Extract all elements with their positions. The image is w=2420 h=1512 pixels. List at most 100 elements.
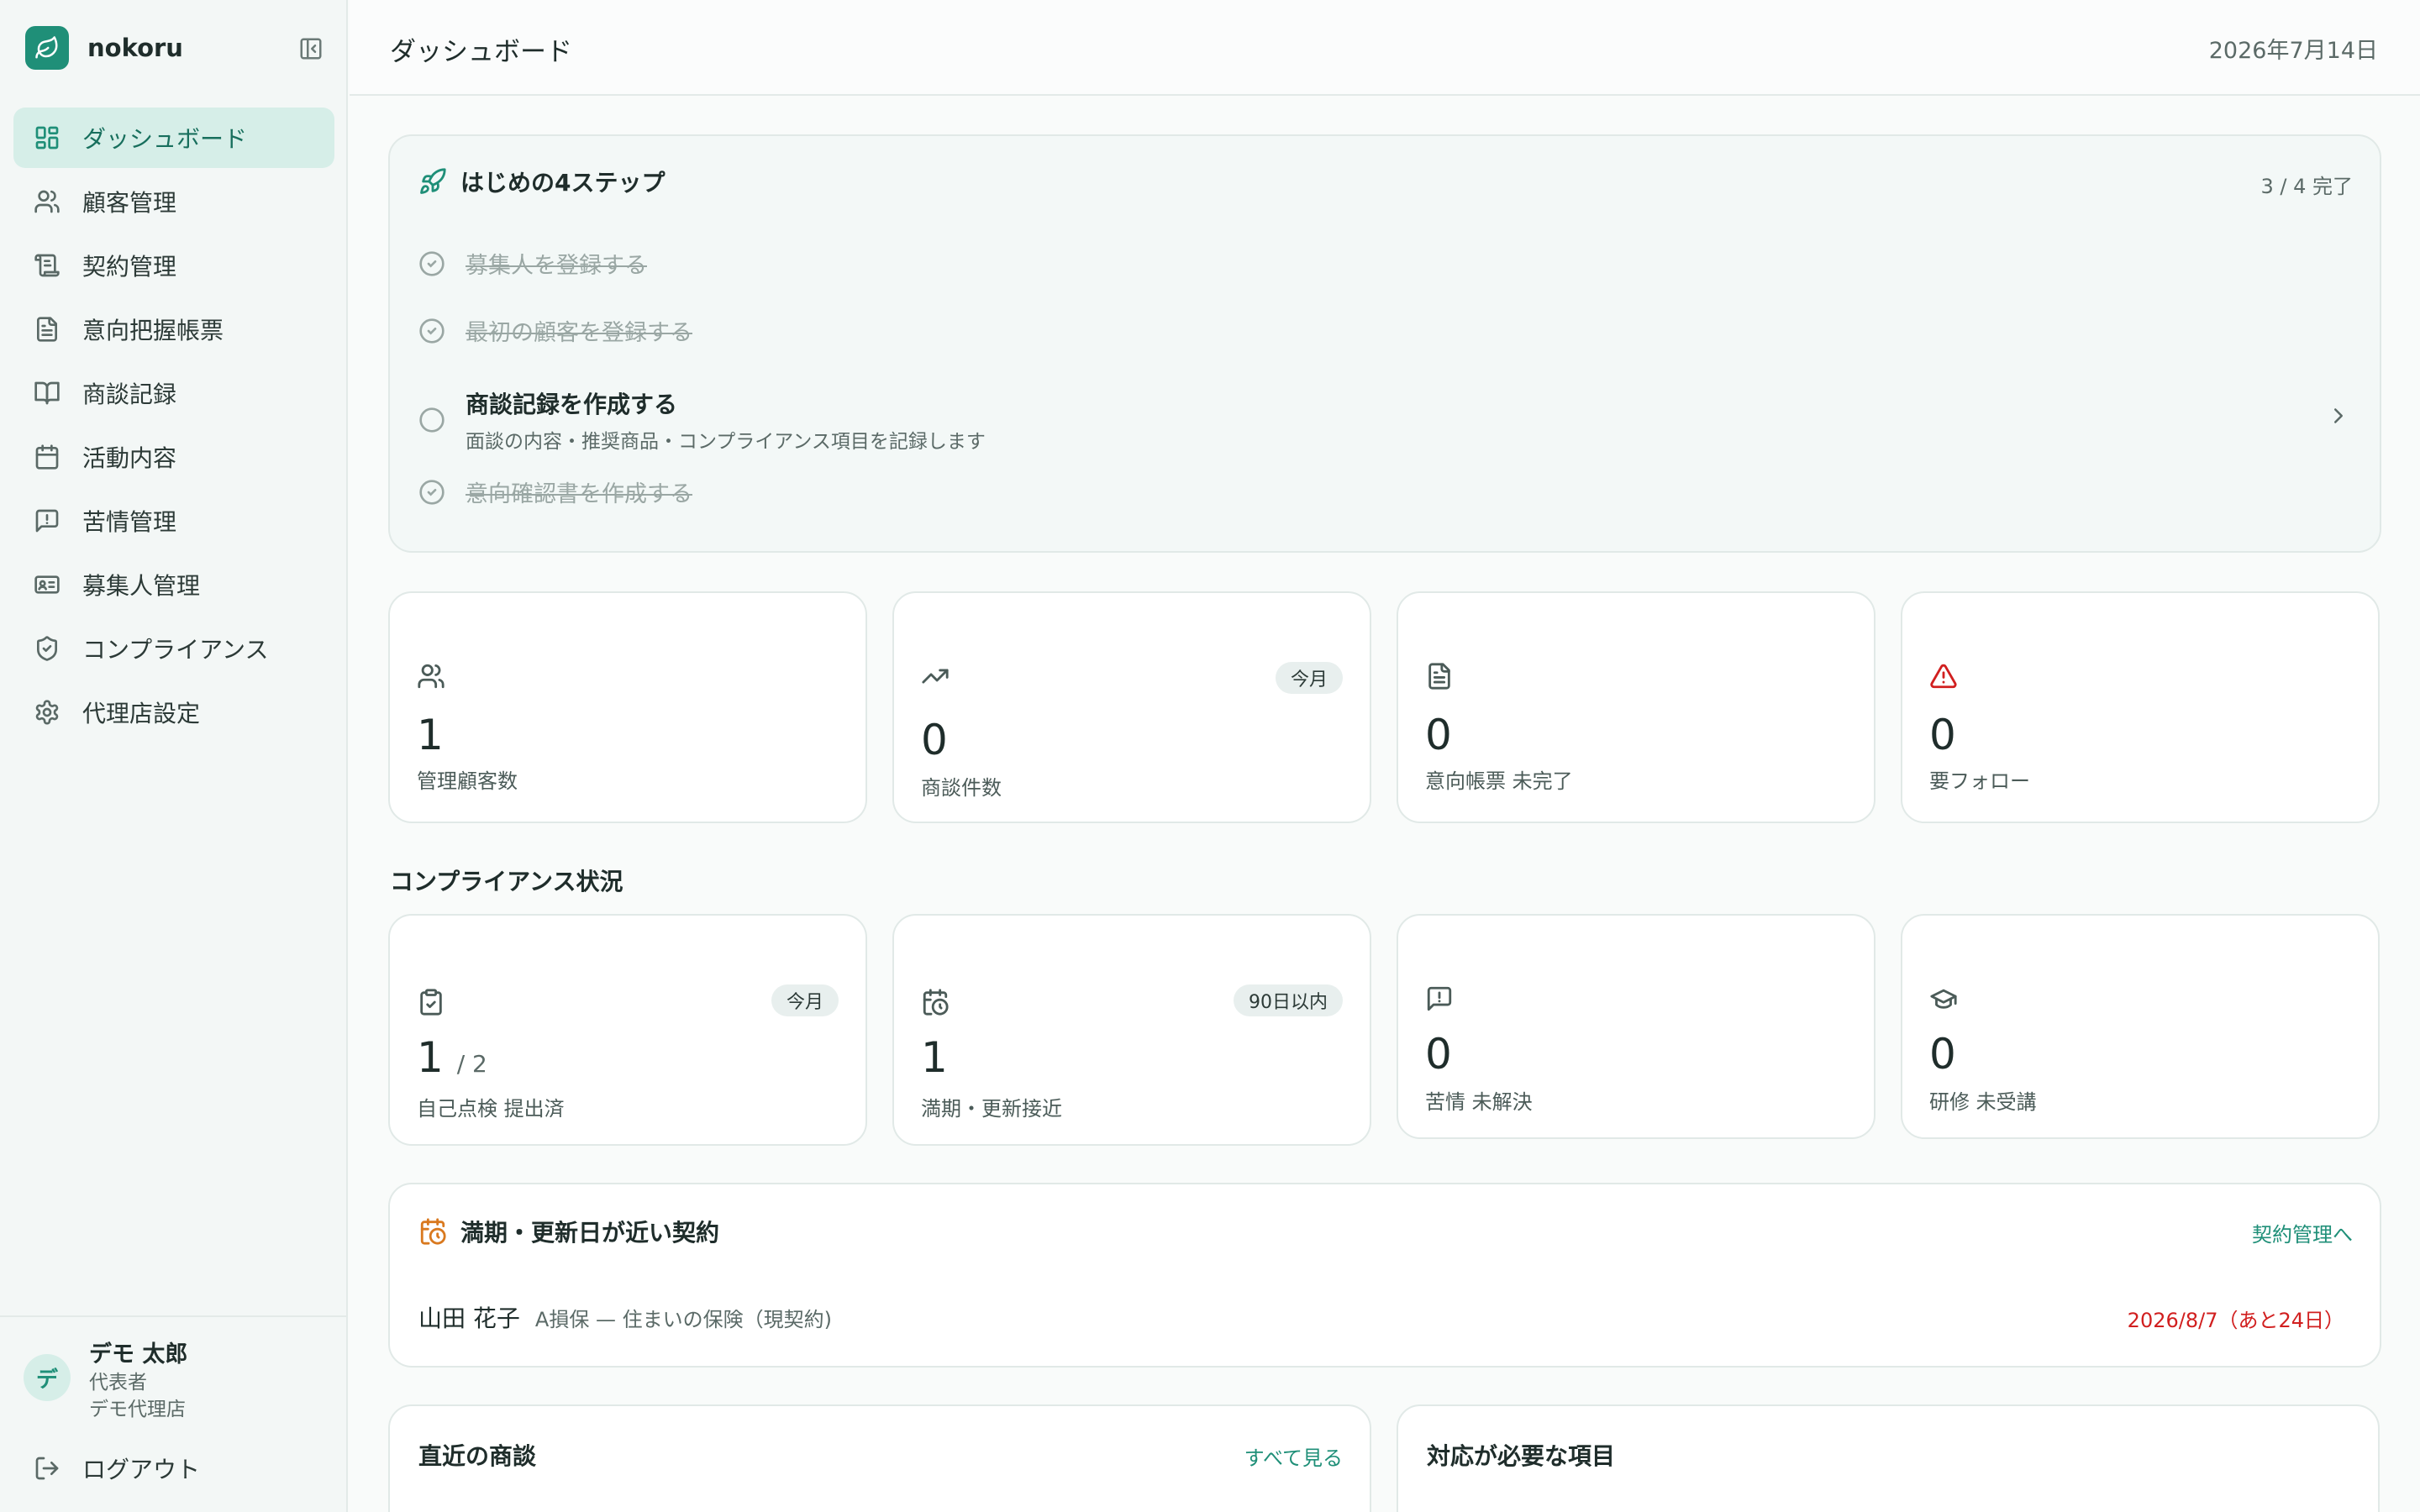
brand[interactable]: nokoru bbox=[25, 25, 183, 71]
sidebar-item-customers[interactable]: 顧客管理 bbox=[13, 171, 334, 232]
avatar: デ bbox=[24, 1354, 71, 1401]
alert-message-icon bbox=[1425, 984, 1454, 1013]
period-badge: 今月 bbox=[1275, 662, 1343, 694]
sidebar-item-dashboard[interactable]: ダッシュボード bbox=[13, 108, 334, 168]
compliance-label: 自己点検 提出済 bbox=[417, 1097, 565, 1121]
stat-value: 0 bbox=[1929, 711, 1956, 759]
stat-value: 0 bbox=[1425, 711, 1452, 759]
compliance-card-renewals[interactable]: 90日以内 1 満期・更新接近 bbox=[892, 914, 1371, 1146]
stat-label: 要フォロー bbox=[1929, 769, 2030, 793]
compliance-label: 研修 未受講 bbox=[1929, 1090, 2037, 1114]
compliance-value: 0 bbox=[1929, 1030, 1956, 1079]
sidebar-item-label: 苦情管理 bbox=[82, 508, 177, 536]
stat-label: 管理顧客数 bbox=[417, 769, 518, 793]
page-title: ダッシュボード bbox=[390, 37, 572, 67]
id-card-icon bbox=[34, 571, 60, 598]
book-icon bbox=[34, 380, 60, 407]
contracts-link[interactable]: 契約管理へ bbox=[2252, 1218, 2353, 1247]
sidebar-footer: デ デモ 太郎 代表者 デモ代理店 ログアウト bbox=[0, 1315, 348, 1483]
sidebar-item-label: 契約管理 bbox=[82, 253, 177, 281]
sidebar-item-activities[interactable]: 活動内容 bbox=[13, 427, 334, 487]
sidebar: nokoru ダッシュボード 顧客管理 契約管理 意向把握帳票 商談記録 活動内… bbox=[0, 0, 348, 1512]
sidebar-item-meetings[interactable]: 商談記録 bbox=[13, 363, 334, 423]
stat-value: 0 bbox=[921, 716, 948, 764]
trending-up-icon bbox=[921, 662, 950, 690]
renewals-title: 満期・更新日が近い契約 bbox=[460, 1219, 720, 1247]
leaf-logo-icon bbox=[25, 26, 69, 70]
app-name: nokoru bbox=[87, 34, 183, 62]
clipboard-check-icon bbox=[417, 988, 445, 1016]
sidebar-item-label: 活動内容 bbox=[82, 444, 177, 472]
calendar-clock-icon bbox=[418, 1217, 447, 1246]
stat-card-customers[interactable]: 1 管理顧客数 bbox=[388, 591, 867, 823]
step-item-done[interactable]: 募集人を登録する bbox=[418, 247, 647, 280]
stat-card-follow-up[interactable]: 0 要フォロー bbox=[1901, 591, 2380, 823]
sidebar-item-agents[interactable]: 募集人管理 bbox=[13, 554, 334, 615]
warning-triangle-icon bbox=[1929, 662, 1958, 690]
user-agency: デモ代理店 bbox=[89, 1399, 186, 1420]
stat-card-intent-forms[interactable]: 0 意向帳票 未完了 bbox=[1397, 591, 1876, 823]
user-role: 代表者 bbox=[89, 1372, 147, 1394]
users-icon bbox=[34, 188, 60, 215]
compliance-card-complaints[interactable]: 0 苦情 未解決 bbox=[1397, 914, 1876, 1139]
graduation-cap-icon bbox=[1929, 984, 1958, 1013]
step-item-done[interactable]: 意向確認書を作成する bbox=[418, 475, 692, 508]
see-all-link[interactable]: すべて見る bbox=[1244, 1441, 1343, 1471]
stat-value: 1 bbox=[417, 711, 444, 759]
stat-card-meetings[interactable]: 今月 0 商談件数 bbox=[892, 591, 1371, 823]
circle-icon bbox=[418, 407, 445, 433]
logout-label: ログアウト bbox=[82, 1456, 201, 1483]
step-label: 募集人を登録する bbox=[466, 253, 647, 279]
renewals-card: 満期・更新日が近い契約 契約管理へ 山田 花子 A損保 — 住まいの保険（現契約… bbox=[388, 1183, 2381, 1368]
scroll-icon bbox=[34, 252, 60, 279]
document-icon bbox=[1425, 662, 1454, 690]
compliance-value-number: 1 bbox=[417, 1033, 444, 1082]
sidebar-nav: ダッシュボード 顧客管理 契約管理 意向把握帳票 商談記録 活動内容 苦情管理 bbox=[13, 108, 334, 746]
action-items-card: 対応が必要な項目 bbox=[1397, 1404, 2380, 1512]
sidebar-item-complaints[interactable]: 苦情管理 bbox=[13, 491, 334, 551]
onboarding-steps-card: はじめの4ステップ 3 / 4 完了 募集人を登録する 最初の顧客を登録する 商… bbox=[388, 134, 2381, 553]
period-badge: 今月 bbox=[771, 984, 839, 1016]
compliance-section-title: コンプライアンス状況 bbox=[390, 868, 623, 895]
compliance-value: 1 bbox=[921, 1033, 948, 1082]
user-name: デモ 太郎 bbox=[89, 1341, 188, 1368]
step-label: 商談記録を作成する bbox=[466, 391, 678, 418]
step-item-done[interactable]: 最初の顧客を登録する bbox=[418, 314, 692, 347]
sidebar-item-contracts[interactable]: 契約管理 bbox=[13, 235, 334, 296]
chevron-right-icon[interactable] bbox=[2326, 403, 2351, 428]
compliance-card-training[interactable]: 0 研修 未受講 bbox=[1901, 914, 2380, 1139]
period-badge: 90日以内 bbox=[1234, 984, 1343, 1016]
sidebar-collapse-icon[interactable] bbox=[294, 32, 328, 66]
sidebar-item-label: ダッシュボード bbox=[82, 125, 248, 153]
users-icon bbox=[417, 662, 445, 690]
sidebar-item-agency-settings[interactable]: 代理店設定 bbox=[13, 682, 334, 743]
step-label: 最初の顧客を登録する bbox=[466, 320, 692, 346]
step-label: 意向確認書を作成する bbox=[466, 481, 692, 507]
sidebar-item-compliance[interactable]: コンプライアンス bbox=[13, 618, 334, 679]
document-icon bbox=[34, 316, 60, 343]
stat-label: 意向帳票 未完了 bbox=[1425, 769, 1573, 793]
step-item-pending[interactable]: 商談記録を作成する 面談の内容・推奨商品・コンプライアンス項目を記録します bbox=[418, 386, 2351, 454]
compliance-label: 苦情 未解決 bbox=[1425, 1090, 1533, 1114]
shield-check-icon bbox=[34, 635, 60, 662]
check-circle-icon bbox=[418, 250, 445, 277]
alert-message-icon bbox=[34, 507, 60, 534]
compliance-card-self-check[interactable]: 今月 1 / 2 自己点検 提出済 bbox=[388, 914, 867, 1146]
renewal-row[interactable]: 山田 花子 A損保 — 住まいの保険（現契約) bbox=[418, 1300, 832, 1334]
user-profile[interactable]: デ デモ 太郎 代表者 デモ代理店 bbox=[24, 1341, 187, 1423]
rocket-icon bbox=[418, 167, 447, 196]
check-circle-icon bbox=[418, 318, 445, 344]
calendar-icon bbox=[34, 444, 60, 470]
sidebar-item-label: コンプライアンス bbox=[82, 636, 269, 664]
compliance-value: 1 / 2 bbox=[417, 1033, 487, 1082]
sidebar-item-label: 商談記録 bbox=[82, 381, 177, 408]
logout-button[interactable]: ログアウト bbox=[34, 1452, 200, 1485]
steps-title: はじめの4ステップ bbox=[460, 169, 666, 197]
calendar-clock-icon bbox=[921, 988, 950, 1016]
sidebar-item-intent-forms[interactable]: 意向把握帳票 bbox=[13, 299, 334, 360]
compliance-label: 満期・更新接近 bbox=[921, 1097, 1062, 1121]
sidebar-item-label: 募集人管理 bbox=[82, 572, 201, 600]
check-circle-icon bbox=[418, 479, 445, 506]
page-header: ダッシュボード 2026年7月14日 bbox=[350, 0, 2420, 96]
sidebar-item-label: 意向把握帳票 bbox=[82, 317, 224, 344]
